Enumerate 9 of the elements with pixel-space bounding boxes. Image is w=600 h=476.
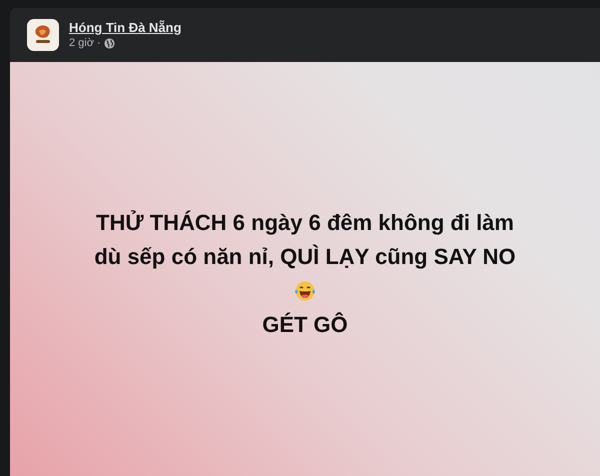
globe-icon bbox=[104, 38, 115, 48]
post-text: dù sếp có năn nỉ, QUÌ LẠY cũng SAY NO bbox=[94, 244, 516, 270]
laughing-emoji-icon bbox=[294, 280, 316, 302]
author-link[interactable]: Hóng Tin Đà Nẵng bbox=[69, 20, 182, 35]
separator-dot: · bbox=[96, 37, 101, 49]
post-text: THỬ THÁCH 6 ngày 6 đêm không đi làm bbox=[96, 210, 514, 236]
page-avatar-icon[interactable] bbox=[27, 18, 59, 50]
post-text: GÉT GÔ bbox=[262, 312, 348, 338]
post-time[interactable]: 2 giờ bbox=[69, 37, 94, 49]
